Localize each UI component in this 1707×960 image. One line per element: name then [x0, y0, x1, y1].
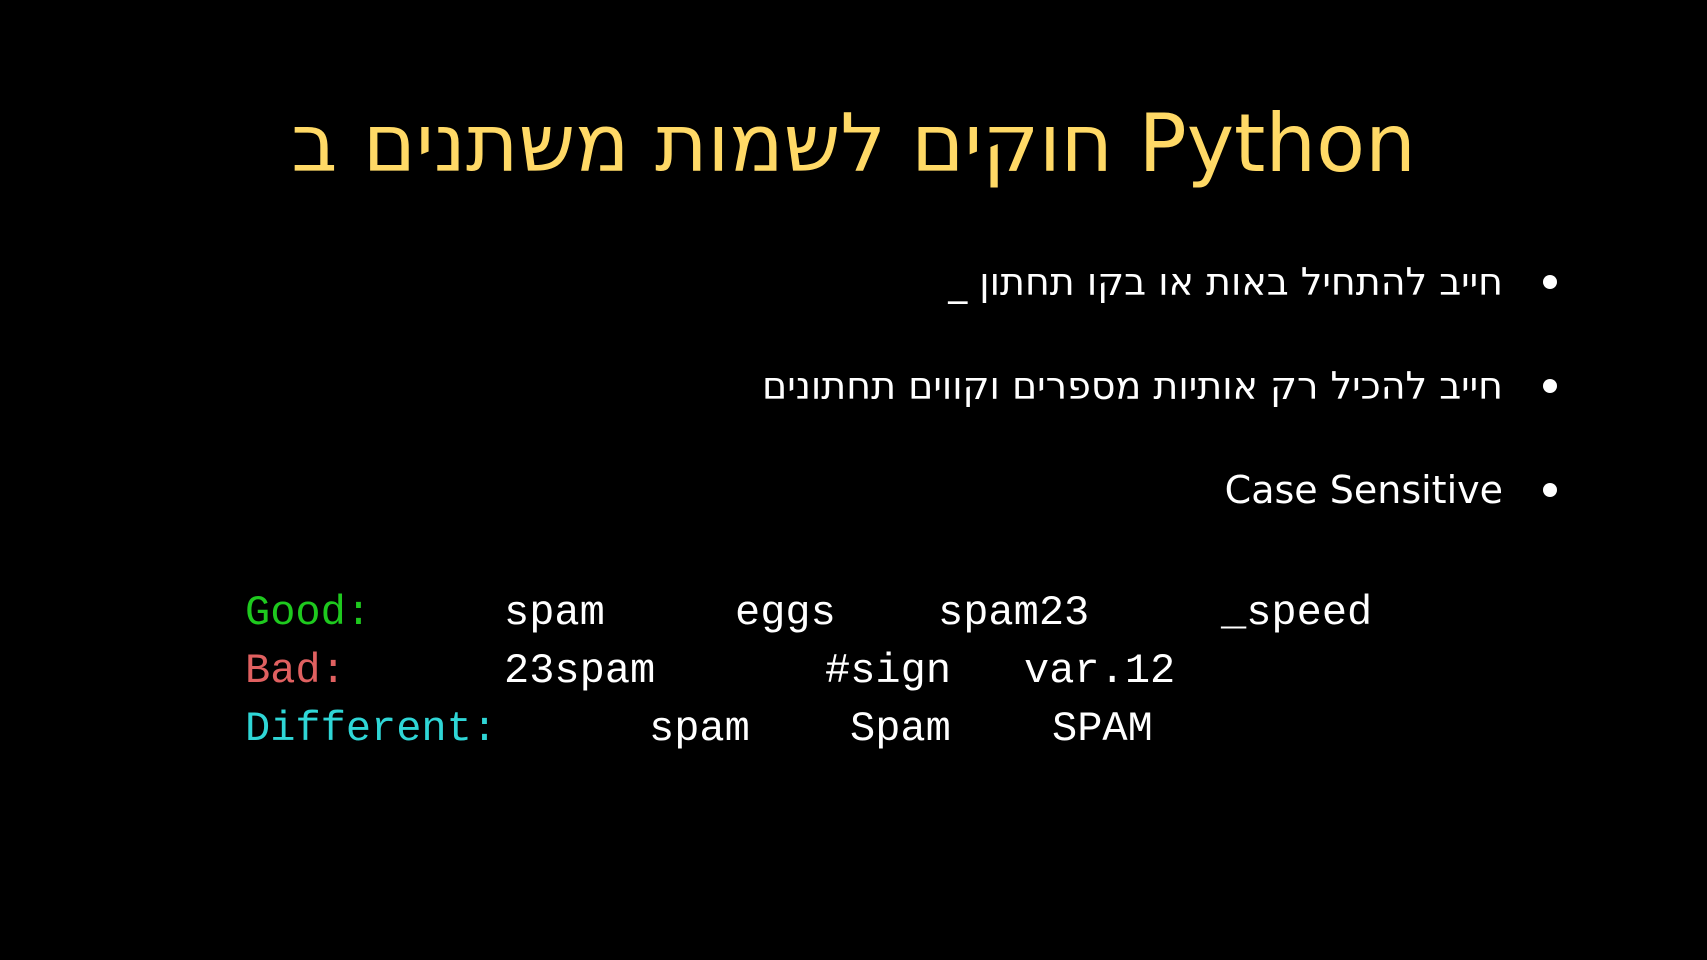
bullet-item: Case Sensitive	[357, 438, 1557, 542]
example-token: spam23	[938, 589, 1090, 637]
example-token: spam	[504, 589, 605, 637]
example-token: SPAM	[1052, 705, 1153, 753]
good-examples-line: Good: spam eggs spam23 _speed	[245, 584, 1545, 642]
slide: חוקים לשמות משתנים ב Python חייב להתחיל …	[0, 0, 1707, 960]
example-token: #sign	[825, 647, 952, 695]
different-examples-line: Different: spam Spam SPAM	[245, 700, 1545, 758]
example-token: eggs	[735, 589, 836, 637]
bullet-text: חייב להכיל רק אותיות מספרים וקווים תחתונ…	[762, 364, 1503, 408]
example-token: _speed	[1221, 589, 1373, 637]
bad-label: Bad:	[245, 647, 346, 695]
slide-title: חוקים לשמות משתנים ב Python	[291, 97, 1416, 190]
bullet-text: חייב להתחיל באות או בקו תחתון _	[948, 260, 1503, 304]
different-label: Different:	[245, 705, 498, 753]
bullet-item: חייב להתחיל באות או בקו תחתון _	[357, 230, 1557, 334]
bad-examples-line: Bad: 23spam #sign var.12	[245, 642, 1545, 700]
bullet-dot-icon	[1543, 379, 1557, 393]
example-token: 23spam	[504, 647, 656, 695]
example-token: Spam	[850, 705, 951, 753]
bullet-dot-icon	[1543, 275, 1557, 289]
bullet-text: Case Sensitive	[1224, 468, 1503, 512]
code-examples: Good: spam eggs spam23 _speed Bad: 23spa…	[245, 584, 1545, 758]
good-label: Good:	[245, 589, 372, 637]
bullet-item: חייב להכיל רק אותיות מספרים וקווים תחתונ…	[357, 334, 1557, 438]
bullet-dot-icon	[1543, 483, 1557, 497]
example-token: spam	[649, 705, 750, 753]
example-token: var.12	[1024, 647, 1176, 695]
bullet-list: חייב להתחיל באות או בקו תחתון _ חייב להכ…	[357, 230, 1557, 542]
